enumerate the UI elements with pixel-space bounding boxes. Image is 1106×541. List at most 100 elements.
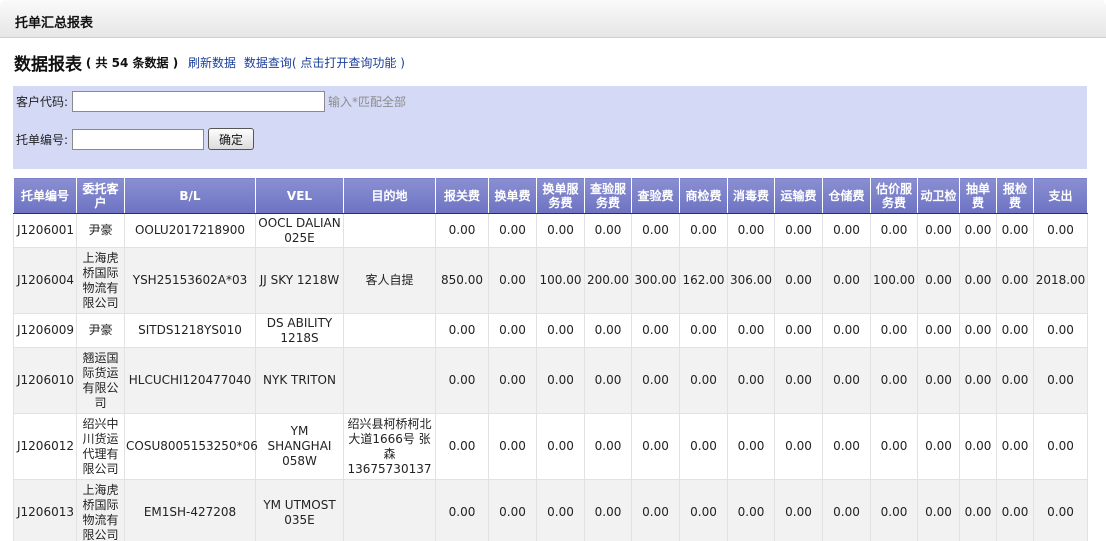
cell: 0.00 [996, 413, 1034, 480]
col-disinfection-fee[interactable]: 消毒费 [727, 177, 775, 214]
table-row[interactable]: J1206004 上海虎桥国际物流有限公司 YSH25153602A*03 JJ… [13, 247, 1088, 314]
cell: 0.00 [727, 347, 775, 414]
cell: 306.00 [727, 247, 775, 314]
col-exchange-service-fee[interactable]: 换单服务费 [536, 177, 585, 214]
cell: 0.00 [996, 479, 1034, 541]
cell: YM SHANGHAI 058W [255, 413, 344, 480]
customer-code-input[interactable] [72, 91, 325, 112]
cell: 0.00 [631, 313, 680, 348]
col-exchange-fee[interactable]: 换单费 [488, 177, 537, 214]
cell: 0.00 [584, 313, 632, 348]
cell: 0.00 [435, 413, 489, 480]
cell: 0.00 [435, 479, 489, 541]
cell: 0.00 [435, 213, 489, 248]
col-transport-fee[interactable]: 运输费 [774, 177, 823, 214]
col-quarantine[interactable]: 动卫检 [917, 177, 960, 214]
cell: 0.00 [870, 313, 918, 348]
cell: 绍兴中川货运代理有限公司 [76, 413, 125, 480]
cell: 0.00 [870, 213, 918, 248]
report-heading: 数据报表 ( 共 54 条数据 ) 刷新数据 数据查询( 点击打开查询功能 ) [14, 50, 405, 75]
cell: OOCL DALIAN 025E [255, 213, 344, 248]
cell: 0.00 [1033, 479, 1088, 541]
customer-code-label: 客户代码: [16, 95, 69, 109]
cell: 0.00 [959, 413, 997, 480]
cell: 0.00 [679, 213, 728, 248]
cell: 0.00 [679, 347, 728, 414]
cell: 0.00 [488, 213, 537, 248]
cell: 0.00 [631, 213, 680, 248]
cell: YSH25153602A*03 [124, 247, 256, 314]
cell: 0.00 [536, 313, 585, 348]
cell: 0.00 [822, 413, 871, 480]
table-row[interactable]: J1206009 尹豪 SITDS1218YS010 DS ABILITY 12… [13, 313, 1088, 348]
col-declaration-fee[interactable]: 报检费 [996, 177, 1034, 214]
cell: 客人自提 [343, 247, 436, 314]
cell: 0.00 [1033, 313, 1088, 348]
cell: 0.00 [727, 413, 775, 480]
col-vessel[interactable]: VEL [255, 177, 344, 214]
table-row[interactable]: J1206010 翘运国际货运有限公司 HLCUCHI120477040 NYK… [13, 347, 1088, 414]
col-bl[interactable]: B/L [124, 177, 256, 214]
cell: 0.00 [488, 247, 537, 314]
cell: 0.00 [488, 347, 537, 414]
cell: 0.00 [959, 213, 997, 248]
cell: J1206004 [13, 247, 77, 314]
cell: 0.00 [774, 413, 823, 480]
page-title: 数据报表 [14, 55, 82, 75]
cell: 0.00 [679, 479, 728, 541]
cell: 0.00 [774, 347, 823, 414]
cell: 0.00 [917, 247, 960, 314]
cell: 0.00 [584, 347, 632, 414]
cell: 162.00 [679, 247, 728, 314]
cell: 上海虎桥国际物流有限公司 [76, 479, 125, 541]
cell: NYK TRITON [255, 347, 344, 414]
cell: DS ABILITY 1218S [255, 313, 344, 348]
cell: 0.00 [870, 413, 918, 480]
cell [343, 479, 436, 541]
cell: 0.00 [774, 247, 823, 314]
table-row[interactable]: J1206001 尹豪 OOLU2017218900 OOCL DALIAN 0… [13, 213, 1088, 248]
col-storage-fee[interactable]: 仓储费 [822, 177, 871, 214]
col-inspection-fee[interactable]: 查验费 [631, 177, 680, 214]
confirm-button[interactable]: 确定 [208, 128, 255, 150]
cell: 0.00 [631, 413, 680, 480]
order-number-input[interactable] [72, 128, 204, 150]
table-row[interactable]: J1206013 上海虎桥国际物流有限公司 EM1SH-427208 YM UT… [13, 479, 1088, 541]
cell: 0.00 [1033, 347, 1088, 414]
cell: J1206010 [13, 347, 77, 414]
col-expense[interactable]: 支出 [1033, 177, 1088, 214]
cell: J1206012 [13, 413, 77, 480]
cell [343, 347, 436, 414]
col-inspection-service-fee[interactable]: 查验服务费 [584, 177, 632, 214]
col-commodity-inspection-fee[interactable]: 商检费 [679, 177, 728, 214]
col-valuation-service-fee[interactable]: 估价服务费 [870, 177, 918, 214]
cell: J1206013 [13, 479, 77, 541]
cell: 0.00 [584, 213, 632, 248]
cell: 尹豪 [76, 313, 125, 348]
cell: 0.00 [822, 479, 871, 541]
query-panel: 客户代码: 输入*匹配全部 托单编号: 确定 [13, 86, 1087, 169]
cell: JJ SKY 1218W [255, 247, 344, 314]
col-sampling-fee[interactable]: 抽单费 [959, 177, 997, 214]
col-destination[interactable]: 目的地 [343, 177, 436, 214]
cell: 0.00 [959, 347, 997, 414]
table-row[interactable]: J1206012 绍兴中川货运代理有限公司 COSU8005153250*06 … [13, 413, 1088, 480]
cell: 0.00 [996, 347, 1034, 414]
col-client[interactable]: 委托客户 [76, 177, 125, 214]
cell: COSU8005153250*06 [124, 413, 258, 480]
cell: 0.00 [584, 479, 632, 541]
cell: 0.00 [679, 313, 728, 348]
refresh-data-link[interactable]: 刷新数据 [188, 56, 236, 70]
cell: 0.00 [435, 313, 489, 348]
cell: 0.00 [870, 479, 918, 541]
col-customs-fee[interactable]: 报关费 [435, 177, 489, 214]
cell: 0.00 [435, 347, 489, 414]
cell: 0.00 [822, 347, 871, 414]
col-order-no[interactable]: 托单编号 [13, 177, 77, 214]
cell: 0.00 [917, 313, 960, 348]
data-query-link[interactable]: 数据查询( 点击打开查询功能 ) [244, 56, 405, 70]
cell: 0.00 [536, 213, 585, 248]
cell: J1206001 [13, 213, 77, 248]
cell: 0.00 [774, 479, 823, 541]
cell: 0.00 [488, 479, 537, 541]
